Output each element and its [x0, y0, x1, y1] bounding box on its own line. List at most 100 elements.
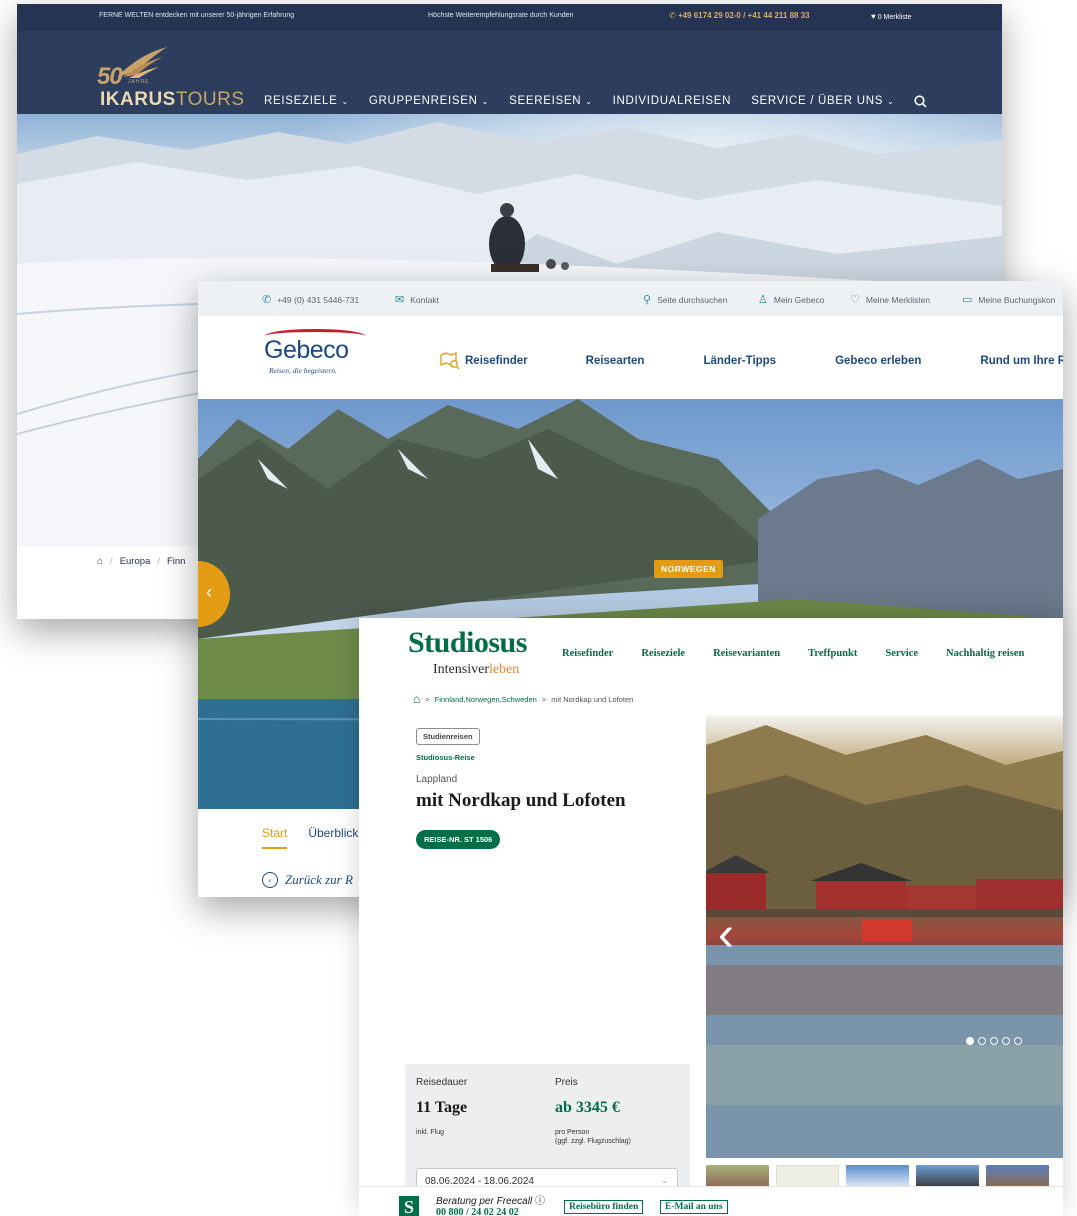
price-label: Preis — [555, 1077, 578, 1088]
ikarus-nav-individualreisen[interactable]: INDIVIDUALREISEN — [613, 95, 732, 107]
chevron-down-icon: ⌄ — [585, 96, 593, 106]
country-tag: NORWEGEN — [654, 560, 723, 578]
advice-text: Beratung per Freecall ⓘ — [436, 1196, 545, 1207]
studiosus-logo[interactable]: Studiosus Intensiverleben — [408, 626, 538, 682]
search-icon: ⚲ — [643, 294, 652, 306]
thumbnail[interactable] — [986, 1165, 1049, 1187]
freecall-number[interactable]: 00 800 / 24 02 24 02 — [436, 1207, 519, 1216]
pagination-dot[interactable] — [990, 1037, 998, 1045]
phone-icon: ✆ — [262, 294, 272, 306]
studiosus-window: Studiosus Intensiverleben Reisefinder Re… — [359, 618, 1063, 1216]
gebeco-account[interactable]: ♙ Mein Gebeco — [758, 293, 824, 306]
gebeco-search[interactable]: ⚲ Seite durchsuchen — [643, 293, 727, 306]
gallery-pagination — [966, 1037, 1022, 1045]
mail-icon: ✉ — [395, 294, 405, 306]
price-note: pro Person — [555, 1129, 590, 1136]
advice-bar: S Beratung per Freecall ⓘ 00 800 / 24 02… — [359, 1186, 1063, 1216]
back-link[interactable]: ‹ Zurück zur R — [262, 872, 353, 888]
category-chip[interactable]: Studienreisen — [416, 728, 480, 745]
breadcrumb-item[interactable]: Europa — [120, 556, 151, 567]
gebeco-nav-rund-um[interactable]: Rund um Ihre R — [980, 355, 1063, 367]
studiosus-breadcrumb: ⌂ > Finnland,Norwegen,Schweden > mit Nor… — [413, 692, 634, 706]
gebeco-phone[interactable]: ✆ +49 (0) 431 5446-731 — [262, 293, 359, 306]
ikarus-tagline: FERNE WELTEN entdecken mit unserer 50-jä… — [99, 12, 295, 19]
price-value: ab 3345 € — [555, 1099, 620, 1116]
wing-icon — [117, 47, 167, 78]
chevron-down-icon: ⌄ — [887, 96, 895, 106]
thumbnail-map[interactable] — [776, 1165, 839, 1187]
gebeco-logo[interactable]: Gebeco Reisen, die begeistern. — [262, 329, 372, 379]
ikarus-nav-seereisen[interactable]: SEEREISEN ⌄ — [509, 95, 593, 107]
find-agency-button[interactable]: Reisebüro finden — [564, 1200, 644, 1214]
chevron-down-icon: ⌄ — [661, 1176, 668, 1185]
studiosus-nav-nachhaltig[interactable]: Nachhaltig reisen — [946, 648, 1024, 659]
search-icon[interactable] — [914, 94, 928, 108]
gebeco-tabs: Start Überblick — [262, 826, 358, 849]
trip-region: Lappland — [416, 774, 458, 785]
heart-icon: ♥ — [871, 12, 876, 21]
trip-type: Studiosus-Reise — [416, 753, 475, 762]
breadcrumb-item[interactable]: Finn — [167, 556, 185, 567]
ikarus-nav-gruppenreisen[interactable]: GRUPPENREISEN ⌄ — [369, 95, 489, 107]
pagination-dot[interactable] — [966, 1037, 974, 1045]
studiosus-nav-reisefinder[interactable]: Reisefinder — [562, 648, 613, 659]
studiosus-nav-reiseziele[interactable]: Reiseziele — [641, 648, 685, 659]
ikarus-header: 50 JAHRE IKARUSTOURS REISEZIELE ⌄ GRUPPEN… — [17, 31, 1002, 114]
ikarus-recommendation: Höchste Weiterempfehlungsrate durch Kund… — [428, 12, 574, 19]
duration-label: Reisedauer — [416, 1077, 468, 1088]
studiosus-nav-treffpunkt[interactable]: Treffpunkt — [808, 648, 857, 659]
info-icon[interactable]: ⓘ — [535, 1196, 545, 1207]
gebeco-nav-erleben[interactable]: Gebeco erleben — [835, 355, 921, 367]
ikarus-topbar: FERNE WELTEN entdecken mit unserer 50-jä… — [17, 4, 1002, 31]
phone-icon: ✆ — [669, 11, 676, 20]
price-note-surcharge: (ggf. zzgl. Flugzuschlag) — [555, 1138, 631, 1145]
ikarus-nav-service[interactable]: SERVICE / ÜBER UNS ⌄ — [751, 95, 894, 107]
ikarus-wishlist[interactable]: ♥ 0 Merkliste — [871, 12, 912, 21]
tab-start[interactable]: Start — [262, 826, 288, 849]
studiosus-main-nav: Reisefinder Reiseziele Reisevarianten Tr… — [562, 648, 1024, 659]
page-title: mit Nordkap und Lofoten — [416, 790, 626, 811]
home-icon[interactable]: ⌂ — [97, 556, 103, 567]
studiosus-nav-reisevarianten[interactable]: Reisevarianten — [713, 648, 780, 659]
booking-icon: ▭ — [962, 294, 973, 306]
gebeco-bookings[interactable]: ▭ Meine Buchungskon — [962, 293, 1055, 306]
ikarus-main-nav: REISEZIELE ⌄ GRUPPENREISEN ⌄ SEEREISEN ⌄ IN… — [264, 93, 928, 109]
tab-overview[interactable]: Überblick — [308, 826, 358, 849]
gebeco-main-nav: Reisefinder Reisearten Länder-Tipps Gebe… — [440, 352, 1063, 370]
thumbnail[interactable] — [706, 1165, 769, 1187]
duration-value: 11 Tage — [416, 1099, 468, 1116]
pagination-dot[interactable] — [978, 1037, 986, 1045]
thumbnail[interactable] — [846, 1165, 909, 1187]
gallery-prev-button[interactable]: ‹ — [718, 911, 734, 959]
gebeco-nav-laender-tipps[interactable]: Länder-Tipps — [703, 355, 776, 367]
breadcrumb-item[interactable]: Finnland,Norwegen,Schweden — [435, 695, 537, 704]
chevron-down-icon: ⌄ — [481, 96, 490, 106]
chevron-down-icon: ⌄ — [341, 96, 349, 106]
home-icon[interactable]: ⌂ — [413, 692, 420, 706]
thumbnail[interactable] — [916, 1165, 979, 1187]
gebeco-nav-reisefinder[interactable]: Reisefinder — [440, 352, 528, 370]
duration-note: inkl. Flug — [416, 1129, 445, 1136]
ikarus-breadcrumb: ⌂ / Europa / Finn — [97, 556, 186, 567]
ikarus-logo[interactable]: 50 JAHRE IKARUSTOURS — [97, 47, 247, 111]
user-icon: ♙ — [758, 294, 768, 306]
breadcrumb-current: mit Nordkap und Lofoten — [551, 694, 634, 704]
pagination-dot[interactable] — [1002, 1037, 1010, 1045]
studiosus-s-logo: S — [399, 1196, 419, 1216]
gallery-thumbnails — [706, 1165, 1049, 1187]
studiosus-nav-service[interactable]: Service — [885, 648, 918, 659]
gebeco-topbar: ✆ +49 (0) 431 5446-731 ✉ Kontakt ⚲ Seite du… — [198, 281, 1063, 316]
map-search-icon — [440, 352, 460, 370]
gebeco-nav-reisearten[interactable]: Reisearten — [586, 355, 645, 367]
gebeco-contact[interactable]: ✉ Kontakt — [395, 293, 439, 306]
ikarus-phone[interactable]: ✆ +49 6174 29 02-0 / +41 44 211 88 33 — [669, 11, 810, 20]
gebeco-wishlists[interactable]: ♡ Meine Merklisten — [850, 293, 930, 306]
harbour-photo-illustration — [706, 725, 1063, 1158]
pagination-dot[interactable] — [1014, 1037, 1022, 1045]
heart-icon: ♡ — [850, 294, 860, 306]
email-button[interactable]: E-Mail an uns — [660, 1200, 728, 1214]
ikarus-nav-reiseziele[interactable]: REISEZIELE ⌄ — [264, 95, 349, 107]
trip-number-badge: REISE-NR. ST 1506 — [416, 830, 501, 849]
chevron-left-icon: ‹ — [262, 872, 278, 888]
chevron-left-icon: ‹ — [206, 582, 212, 602]
